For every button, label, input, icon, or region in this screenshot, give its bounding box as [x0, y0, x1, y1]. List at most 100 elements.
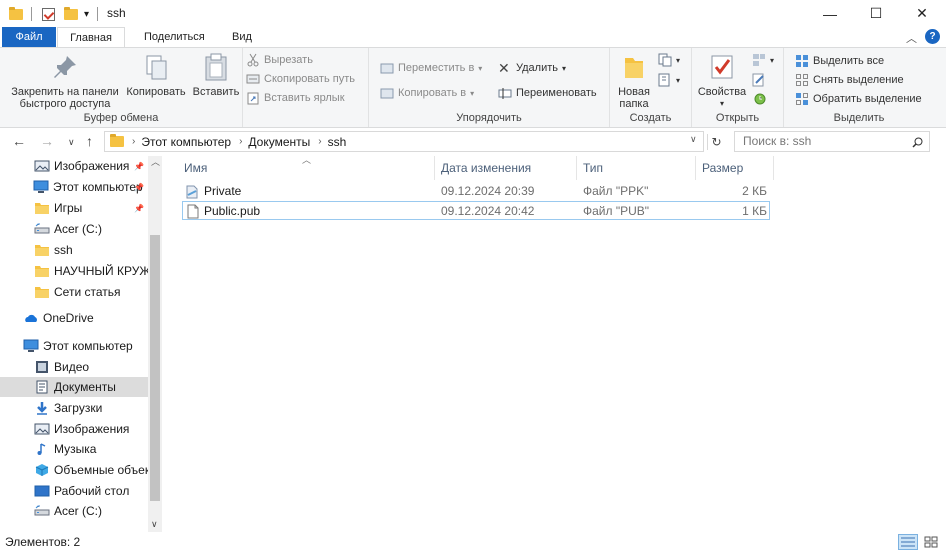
edit-button[interactable]	[752, 72, 766, 88]
breadcrumb-separator-icon[interactable]: ›	[239, 136, 242, 147]
customize-quick-access-icon[interactable]: ▾	[84, 6, 89, 22]
properties-quick-icon[interactable]	[42, 6, 55, 22]
scroll-down-icon[interactable]: ∨	[151, 519, 158, 530]
delete-dropdown-icon: ▾	[562, 63, 567, 73]
column-header-type[interactable]: Тип	[583, 156, 603, 180]
file-row[interactable]: Private 09.12.2024 20:39 Файл "PPK" 2 КБ	[182, 182, 770, 201]
search-input[interactable]: Поиск в: ssh	[734, 131, 930, 152]
nav-item[interactable]: OneDrive	[0, 308, 148, 328]
move-to-button[interactable]: Переместить в ▾	[380, 60, 482, 76]
nav-item[interactable]: Игры 📌	[0, 198, 148, 218]
address-bar[interactable]: › Этот компьютер › Документы › ssh	[104, 131, 704, 152]
scroll-up-icon[interactable]: ︿	[151, 156, 160, 168]
title-separator	[97, 6, 98, 22]
new-folder-button[interactable]: Новая папка	[616, 52, 652, 110]
select-all-button[interactable]: Выделить все	[795, 53, 884, 69]
delete-label: Удалить	[516, 62, 558, 74]
open-button[interactable]: ▾	[752, 52, 774, 68]
history-button[interactable]	[752, 90, 766, 106]
pictures-icon	[34, 159, 50, 173]
refresh-icon[interactable]: ↻	[707, 134, 725, 150]
paste-button[interactable]: Вставить	[189, 52, 243, 98]
nav-scrollbar[interactable]: ︿ ∨	[148, 156, 162, 532]
pin-label: Закрепить на панели быстрого доступа	[11, 86, 119, 110]
nav-item[interactable]: Документы	[0, 377, 148, 397]
nav-item[interactable]: Загрузки	[0, 398, 148, 418]
large-icons-view-icon[interactable]	[921, 534, 941, 550]
tab-file[interactable]: Файл	[2, 27, 56, 47]
new-item-button[interactable]: ▾	[658, 52, 680, 68]
invert-selection-label: Обратить выделение	[813, 93, 922, 105]
nav-item[interactable]: Изображения	[0, 419, 148, 439]
group-open: Свойства ▾ ▾ Открыть	[692, 48, 784, 127]
recent-locations-chevron-icon[interactable]: ∨	[68, 137, 75, 148]
nav-item[interactable]: Этот компьютер	[0, 336, 148, 356]
select-all-label: Выделить все	[813, 55, 885, 67]
tab-share[interactable]: Поделиться	[130, 27, 219, 47]
maximize-button[interactable]: ☐	[853, 0, 899, 27]
column-header-size[interactable]: Размер	[702, 156, 743, 180]
breadcrumb-item[interactable]: ssh	[328, 135, 347, 149]
close-button[interactable]: ✕	[899, 0, 945, 27]
tab-view[interactable]: Вид	[218, 27, 266, 47]
nav-item[interactable]: Видео	[0, 357, 148, 377]
minimize-button[interactable]: —	[807, 0, 853, 27]
nav-item-label: Игры	[54, 201, 83, 215]
nav-item[interactable]: Сети статья	[0, 282, 148, 302]
column-divider[interactable]	[434, 156, 435, 180]
help-icon[interactable]: ?	[925, 29, 940, 44]
breadcrumb-item[interactable]: Этот компьютер	[141, 135, 231, 149]
column-divider[interactable]	[773, 156, 774, 180]
tab-home[interactable]: Главная	[57, 27, 125, 47]
navigation-bar: ← → ∨ ↑ › Этот компьютер › Документы › s…	[0, 128, 946, 156]
forward-arrow-icon[interactable]: →	[40, 133, 54, 149]
clipboard-small-buttons-area	[243, 48, 369, 127]
properties-button[interactable]: Свойства ▾	[696, 52, 748, 110]
breadcrumb-separator-icon[interactable]: ›	[132, 136, 135, 147]
pin-icon	[50, 52, 80, 82]
column-header-name[interactable]: Имя	[184, 156, 207, 180]
copy-to-label: Копировать в	[398, 87, 467, 99]
rename-button[interactable]: Переименовать	[498, 85, 597, 101]
quick-access-separator	[31, 6, 32, 22]
nav-item[interactable]: Рабочий стол	[0, 481, 148, 501]
nav-item[interactable]: Объемные объек	[0, 460, 148, 480]
delete-button[interactable]: ✕ Удалить ▾	[498, 60, 566, 76]
nav-item[interactable]: Acer (C:)	[0, 219, 148, 239]
new-folder-quick-icon[interactable]	[64, 6, 78, 22]
nav-item[interactable]: Acer (C:)	[0, 501, 148, 521]
details-view-icon[interactable]	[898, 534, 918, 550]
nav-item-label: Видео	[54, 360, 90, 374]
copy-to-button[interactable]: Копировать в ▾	[380, 85, 474, 101]
back-arrow-icon[interactable]: ←	[12, 133, 26, 149]
nav-item[interactable]: Этот компьютер 📌	[0, 177, 148, 197]
column-divider[interactable]	[695, 156, 696, 180]
search-placeholder: Поиск в: ssh	[743, 134, 812, 148]
file-type: Файл "PUB"	[583, 204, 650, 218]
breadcrumb-item[interactable]: Документы	[248, 135, 310, 149]
breadcrumb-separator-icon[interactable]: ›	[318, 136, 321, 147]
copy-button[interactable]: Копировать	[124, 52, 188, 98]
pin-to-quick-access-button[interactable]: Закрепить на панели быстрого доступа	[6, 52, 124, 110]
column-header-date[interactable]: Дата изменения	[441, 156, 531, 180]
move-to-icon	[380, 61, 394, 75]
up-arrow-icon[interactable]: ↑	[86, 133, 93, 149]
scrollbar-thumb[interactable]	[150, 235, 160, 501]
collapse-ribbon-chevron-icon[interactable]: ︿	[906, 30, 917, 46]
nav-item[interactable]: НАУЧНЫЙ КРУЖ	[0, 261, 148, 281]
nav-item[interactable]: ssh	[0, 240, 148, 260]
new-group-label: Создать	[629, 112, 672, 124]
drive-icon	[34, 222, 50, 236]
easy-access-button[interactable]: ▾	[658, 72, 680, 88]
column-divider[interactable]	[576, 156, 577, 180]
invert-selection-button[interactable]: Обратить выделение	[795, 91, 922, 107]
clipboard-group-label: Буфер обмена	[83, 112, 159, 124]
nav-item[interactable]: Музыка	[0, 439, 148, 459]
desktop-icon	[34, 484, 50, 498]
nav-item[interactable]: Изображения 📌	[0, 156, 148, 176]
select-none-button[interactable]: Снять выделение	[795, 72, 904, 88]
pinned-icon: 📌	[134, 203, 144, 213]
address-dropdown-icon[interactable]: ∨	[690, 134, 697, 145]
file-row[interactable]: Public.pub 09.12.2024 20:42 Файл "PUB" 1…	[182, 201, 770, 220]
file-date: 09.12.2024 20:39	[441, 184, 535, 198]
